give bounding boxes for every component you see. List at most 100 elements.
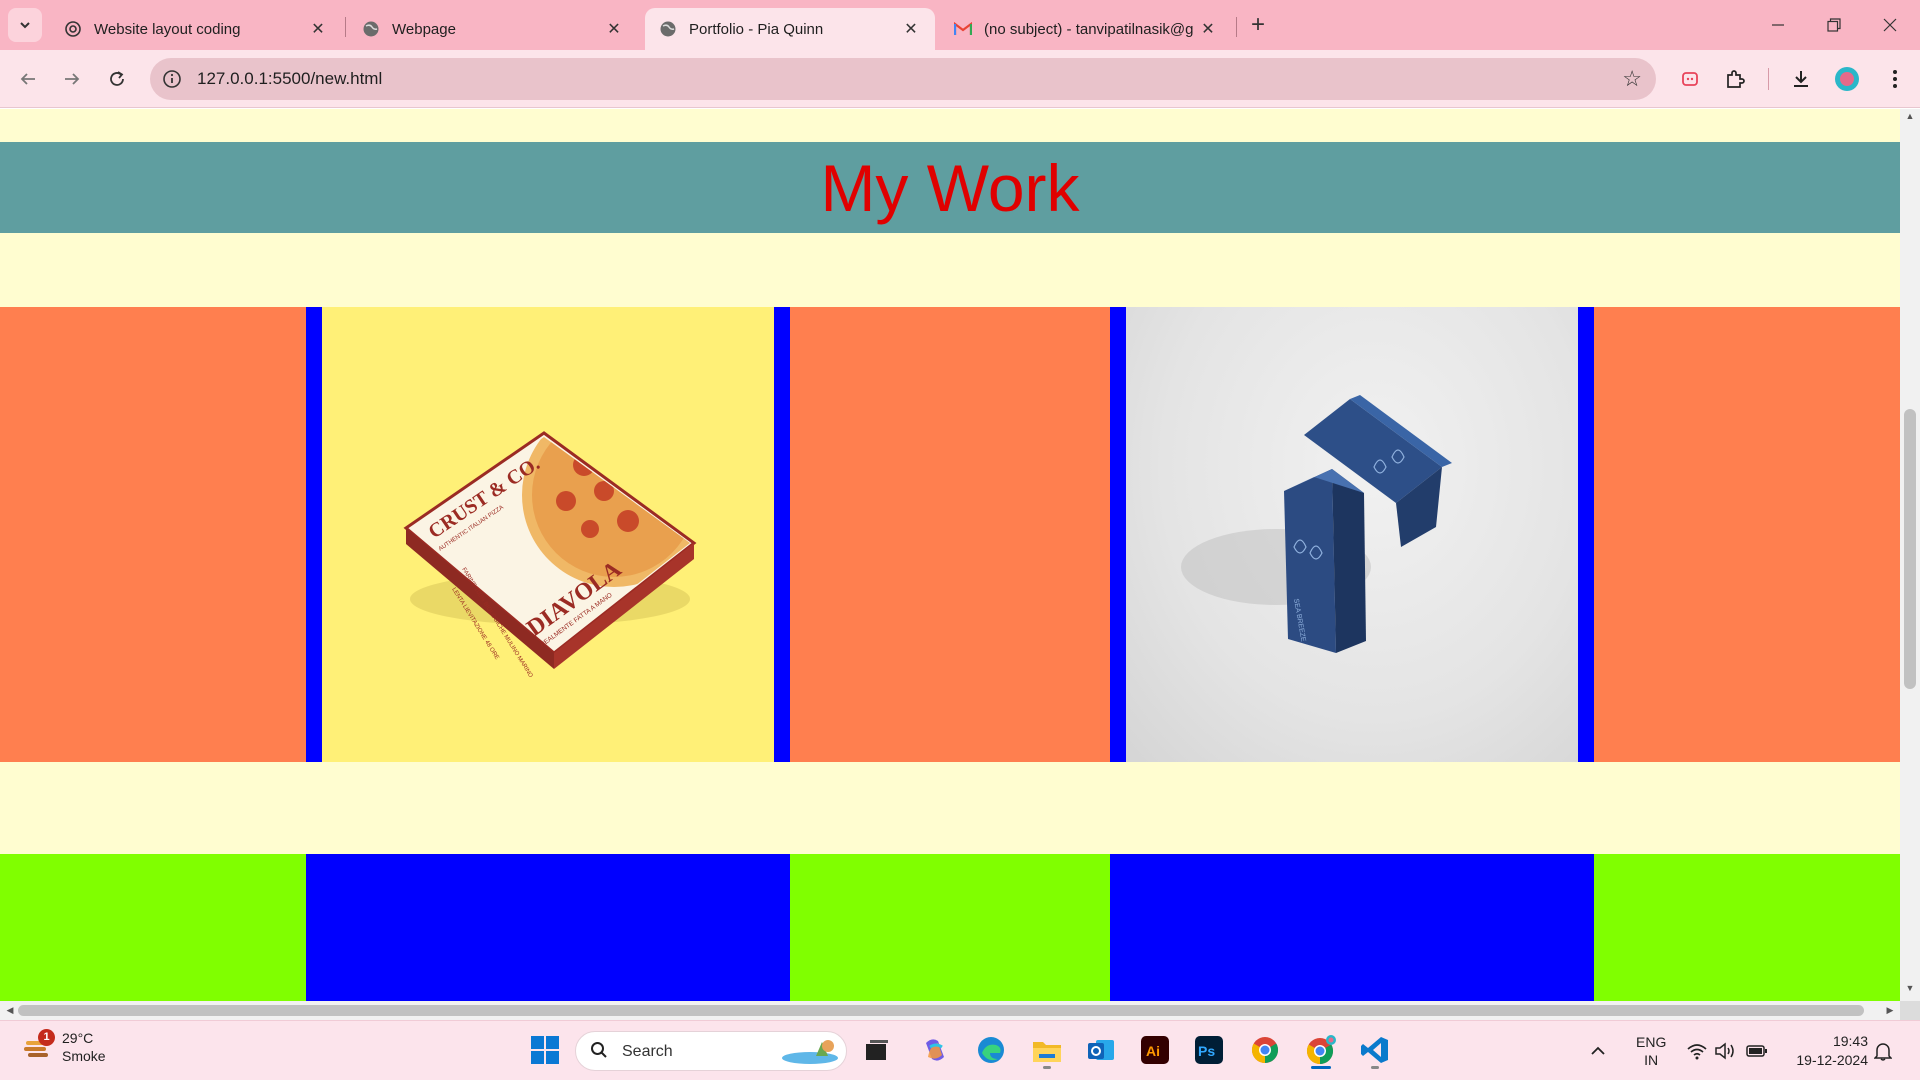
gallery-item-pizza[interactable]: CRUST & CO. AUTHENTIC ITALIAN PIZZA FARI… [322, 307, 774, 762]
scrollbar-thumb[interactable] [1904, 409, 1916, 689]
clock-time: 19:43 [1832, 1033, 1868, 1049]
close-icon[interactable]: ✕ [604, 19, 624, 39]
wifi-icon[interactable] [1686, 1021, 1708, 1080]
lang-region: IN [1644, 1052, 1659, 1068]
weather-desc: Smoke [62, 1048, 106, 1064]
gallery-item-boxes[interactable]: SEA BREEZE [1126, 307, 1578, 762]
illustrator-icon[interactable]: Ai [1134, 1029, 1176, 1071]
download-icon[interactable] [1786, 64, 1816, 94]
browser-toolbar: 127.0.0.1:5500/new.html ☆ [0, 50, 1920, 108]
tab-strip: Website layout coding ✕ Webpage ✕ Portfo… [0, 0, 1920, 50]
scrollbar-corner [1900, 1001, 1920, 1020]
vertical-scrollbar[interactable]: ▲ ▼ [1900, 109, 1920, 1001]
active-indicator [1311, 1066, 1331, 1069]
tab-website-layout[interactable]: Website layout coding ✕ [50, 8, 342, 50]
tray-overflow-icon[interactable] [1590, 1021, 1606, 1080]
gallery-border [306, 307, 322, 762]
scroll-up-icon[interactable]: ▲ [1900, 111, 1920, 127]
gallery-border [774, 307, 790, 762]
tab-title: Website layout coding [94, 20, 241, 38]
gallery-cell-green [1594, 854, 1900, 1001]
search-highlight-icon [782, 1040, 838, 1064]
openai-icon [64, 20, 82, 38]
restore-button[interactable] [1806, 0, 1862, 50]
clock-date: 19-12-2024 [1796, 1052, 1868, 1068]
bookmark-star-icon[interactable]: ☆ [1622, 66, 1642, 92]
close-icon[interactable]: ✕ [901, 19, 921, 39]
search-label: Search [622, 1043, 673, 1060]
url-text: 127.0.0.1:5500/new.html [197, 69, 383, 88]
address-bar[interactable]: 127.0.0.1:5500/new.html ☆ [150, 58, 1656, 100]
new-tab-button[interactable]: + [1244, 12, 1272, 40]
minimize-button[interactable] [1750, 0, 1806, 50]
close-icon[interactable]: ✕ [1198, 19, 1218, 39]
gallery-cell-blue [1110, 854, 1594, 1001]
gallery-border [1110, 307, 1126, 762]
reload-button[interactable] [101, 63, 133, 95]
arrow-left-icon [20, 73, 35, 85]
minimize-icon [1772, 24, 1784, 26]
notification-bell-icon[interactable] [1874, 1021, 1892, 1080]
arrow-right-icon [65, 73, 80, 85]
scroll-down-icon[interactable]: ▼ [1900, 983, 1920, 999]
vscode-icon[interactable] [1354, 1029, 1396, 1071]
volume-icon[interactable] [1714, 1021, 1736, 1080]
copilot-icon[interactable] [914, 1029, 956, 1071]
scroll-left-icon[interactable]: ◀ [2, 1002, 18, 1018]
gallery-border [1578, 307, 1594, 762]
tab-separator [1236, 17, 1237, 37]
language-indicator[interactable]: ENG IN [1636, 1021, 1666, 1080]
weather-widget[interactable]: 1 29°C Smoke [22, 1029, 106, 1065]
chrome-icon[interactable] [1244, 1029, 1286, 1071]
site-info-icon[interactable] [162, 69, 182, 89]
gallery-cell-orange [790, 307, 1110, 762]
restore-icon [1827, 18, 1841, 32]
back-button[interactable] [12, 63, 44, 95]
tab-webpage[interactable]: Webpage ✕ [348, 8, 638, 50]
notification-badge: 1 [38, 1029, 55, 1046]
search-icon [590, 1041, 608, 1064]
profile-avatar[interactable] [1832, 64, 1862, 94]
chevron-down-icon [20, 22, 30, 29]
tab-separator [345, 17, 346, 37]
task-view-icon[interactable] [856, 1029, 898, 1071]
lang-primary: ENG [1636, 1034, 1667, 1050]
taskbar-search[interactable]: Search [575, 1031, 847, 1071]
gallery-cell-orange [1594, 307, 1900, 762]
toolbar-divider [1768, 68, 1769, 90]
tab-portfolio[interactable]: Portfolio - Pia Quinn ✕ [645, 8, 935, 50]
tab-title: Portfolio - Pia Quinn [689, 20, 824, 38]
battery-icon[interactable] [1746, 1021, 1768, 1080]
extension-app-icon[interactable] [1675, 64, 1705, 94]
scrollbar-thumb[interactable] [18, 1005, 1864, 1016]
blue-boxes-icon: SEA BREEZE [1181, 395, 1452, 653]
file-explorer-icon[interactable] [1026, 1029, 1068, 1071]
edge-icon[interactable] [970, 1029, 1012, 1071]
clock[interactable]: 19:43 19-12-2024 [1784, 1021, 1868, 1080]
close-icon[interactable]: ✕ [308, 19, 328, 39]
page-viewport: My Work CRUST & CO. AUTHENTIC ITALIAN PI… [0, 109, 1900, 1001]
pizza-box-icon: CRUST & CO. AUTHENTIC ITALIAN PIZZA FARI… [403, 431, 697, 679]
forward-button[interactable] [56, 63, 88, 95]
gallery-cell-blue [306, 854, 790, 1001]
svg-text:Ps: Ps [1198, 1043, 1215, 1059]
gmail-icon [954, 20, 972, 38]
photoshop-icon[interactable]: Ps [1188, 1029, 1230, 1071]
close-window-button[interactable] [1862, 0, 1918, 50]
menu-kebab-icon[interactable] [1880, 64, 1910, 94]
gallery-cell-green [0, 854, 306, 1001]
running-indicator [1371, 1066, 1379, 1069]
scroll-right-icon[interactable]: ▶ [1882, 1002, 1898, 1018]
tab-title: Webpage [392, 20, 456, 38]
tab-gmail[interactable]: (no subject) - tanvipatilnasik@g ✕ [940, 8, 1232, 50]
gallery-cell-green [790, 854, 1110, 1001]
extensions-puzzle-icon[interactable] [1720, 64, 1750, 94]
weather-icon: 1 [22, 1029, 55, 1063]
outlook-icon[interactable] [1080, 1029, 1122, 1071]
horizontal-scrollbar[interactable]: ◀ ▶ [0, 1001, 1900, 1020]
gallery-row-2 [0, 854, 1900, 1001]
tab-search-button[interactable] [8, 8, 42, 42]
tab-title: (no subject) - tanvipatilnasik@g [984, 20, 1194, 38]
start-icon[interactable] [524, 1029, 566, 1071]
chrome-profile-icon[interactable] [1300, 1029, 1342, 1071]
